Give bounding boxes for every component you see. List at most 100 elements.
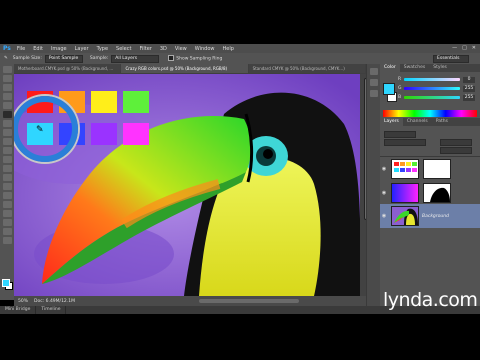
slider-r[interactable]: R 0 bbox=[398, 75, 480, 84]
zoom-level[interactable]: 50% bbox=[18, 299, 28, 304]
marquee-tool-icon[interactable] bbox=[2, 75, 12, 82]
tab-color[interactable]: Color bbox=[380, 64, 400, 72]
eraser-tool-icon[interactable] bbox=[2, 156, 12, 163]
eyedropper-tool-icon[interactable]: ✎ bbox=[4, 56, 8, 61]
collapsed-panel-strip bbox=[366, 64, 381, 306]
photoshop-window: Ps File Edit Image Layer Type Select Fil… bbox=[0, 0, 480, 360]
eyedropper-icon[interactable] bbox=[2, 111, 12, 118]
thumb-swatch-blue bbox=[400, 168, 405, 172]
dodge-tool-icon[interactable] bbox=[2, 183, 12, 190]
history-brush-icon[interactable] bbox=[2, 147, 12, 154]
adjustments-panel-icon[interactable] bbox=[370, 90, 378, 97]
menu-view[interactable]: View bbox=[175, 46, 187, 52]
visibility-eye-icon[interactable]: ◉ bbox=[380, 190, 388, 196]
visibility-eye-icon[interactable]: ◉ bbox=[380, 166, 388, 172]
window-controls: — □ ✕ bbox=[452, 45, 476, 51]
menu-select[interactable]: Select bbox=[116, 46, 131, 52]
layer-filter-select[interactable] bbox=[384, 131, 416, 138]
gradient-tool-icon[interactable] bbox=[2, 165, 12, 172]
tab-swatches[interactable]: Swatches bbox=[400, 64, 430, 72]
menu-layer[interactable]: Layer bbox=[75, 46, 89, 52]
show-sampling-ring-checkbox[interactable]: Show Sampling Ring bbox=[168, 55, 222, 62]
tab-paths[interactable]: Paths bbox=[432, 118, 452, 126]
visibility-eye-icon[interactable]: ◉ bbox=[380, 213, 388, 219]
path-select-icon[interactable] bbox=[2, 210, 12, 217]
layers-panel-tabs: Layers Channels Paths bbox=[380, 118, 480, 126]
slider-r-value[interactable]: 0 bbox=[463, 76, 475, 83]
tab-styles[interactable]: Styles bbox=[429, 64, 451, 72]
foreground-color-swatch[interactable] bbox=[2, 279, 10, 287]
document-tabs: Motherboard.CMYK.psd @ 50% (Background, … bbox=[14, 64, 366, 74]
picker-swatch-magenta bbox=[123, 123, 149, 145]
menu-bar: Ps File Edit Image Layer Type Select Fil… bbox=[0, 44, 480, 53]
lasso-tool-icon[interactable] bbox=[2, 84, 12, 91]
menu-filter[interactable]: Filter bbox=[139, 46, 151, 52]
thumb-swatch-green bbox=[412, 162, 417, 166]
toucan-thumbnail bbox=[392, 207, 418, 225]
workspace-select[interactable]: Essentials bbox=[433, 55, 469, 63]
color-spectrum-ramp[interactable] bbox=[383, 110, 477, 117]
close-button[interactable]: ✕ bbox=[472, 45, 476, 51]
sample-size-select[interactable]: Point Sample bbox=[44, 54, 83, 63]
menu-image[interactable]: Image bbox=[51, 46, 67, 52]
menu-3d[interactable]: 3D bbox=[160, 46, 167, 52]
pen-tool-icon[interactable] bbox=[2, 192, 12, 199]
quick-select-tool-icon[interactable] bbox=[2, 93, 12, 100]
tab-layers[interactable]: Layers bbox=[380, 118, 403, 126]
layer-name[interactable]: Background bbox=[422, 214, 449, 219]
tools-panel bbox=[0, 64, 15, 300]
layer-thumbnail bbox=[391, 159, 419, 179]
blend-mode-select[interactable] bbox=[384, 139, 426, 146]
sample-select[interactable]: All Layers bbox=[111, 54, 160, 63]
blur-tool-icon[interactable] bbox=[2, 174, 12, 181]
menu-window[interactable]: Window bbox=[195, 46, 215, 52]
thumb-swatch-yellow bbox=[406, 162, 411, 166]
history-panel-icon[interactable] bbox=[370, 68, 378, 75]
layer-row[interactable]: ◉ bbox=[380, 182, 480, 204]
thumb-swatch-magenta bbox=[412, 168, 417, 172]
menu-file[interactable]: File bbox=[17, 46, 25, 52]
lynda-watermark: lynda.com bbox=[383, 289, 478, 311]
slider-g-track[interactable] bbox=[404, 87, 460, 90]
slider-g-value[interactable]: 255 bbox=[463, 85, 475, 92]
menu-edit[interactable]: Edit bbox=[33, 46, 43, 52]
horizontal-scrollbar[interactable] bbox=[199, 299, 299, 303]
slider-r-track[interactable] bbox=[404, 78, 460, 81]
tab-motherboard[interactable]: Motherboard.CMYK.psd @ 50% (Background, … bbox=[14, 64, 121, 73]
tab-mini-bridge[interactable]: Mini Bridge bbox=[0, 306, 37, 314]
minimize-button[interactable]: — bbox=[452, 45, 457, 51]
color-foreground-swatch[interactable] bbox=[383, 83, 395, 95]
tab-channels[interactable]: Channels bbox=[403, 118, 432, 126]
hand-tool-icon[interactable] bbox=[2, 228, 12, 235]
zoom-tool-icon[interactable] bbox=[2, 237, 12, 244]
color-panel: R 0 G 255 B 255 bbox=[380, 72, 480, 118]
sample-label: Sample: bbox=[89, 56, 109, 61]
slider-b[interactable]: B 255 bbox=[398, 93, 480, 102]
crop-tool-icon[interactable] bbox=[2, 102, 12, 109]
fill-field[interactable] bbox=[440, 147, 472, 154]
document-canvas[interactable]: ✎ bbox=[14, 74, 360, 296]
move-tool-icon[interactable] bbox=[2, 66, 12, 73]
slider-b-value[interactable]: 255 bbox=[463, 94, 475, 101]
layer-mask-thumbnail bbox=[423, 159, 451, 179]
show-sampling-ring-label: Show Sampling Ring bbox=[176, 56, 223, 62]
menu-help[interactable]: Help bbox=[223, 46, 234, 52]
type-tool-icon[interactable] bbox=[2, 201, 12, 208]
tab-crazy-rgb[interactable]: Crazy RGB colors.psd @ 50% (Background, … bbox=[121, 64, 248, 73]
maximize-button[interactable]: □ bbox=[462, 45, 467, 51]
layer-row-background[interactable]: ◉ Background bbox=[380, 204, 480, 228]
slider-g[interactable]: G 255 bbox=[398, 84, 480, 93]
slider-b-track[interactable] bbox=[404, 96, 460, 99]
tab-timeline[interactable]: Timeline bbox=[36, 306, 67, 314]
healing-brush-icon[interactable] bbox=[2, 120, 12, 127]
clone-stamp-icon[interactable] bbox=[2, 138, 12, 145]
menu-type[interactable]: Type bbox=[97, 46, 108, 52]
thumb-swatch-red bbox=[394, 162, 399, 166]
opacity-field[interactable] bbox=[440, 139, 472, 146]
properties-panel-icon[interactable] bbox=[370, 79, 378, 86]
layer-row[interactable]: ◉ bbox=[380, 158, 480, 180]
tab-standard-cmyk[interactable]: Standard CMYK @ 50% (Background, CMYK...… bbox=[248, 64, 365, 73]
brush-tool-icon[interactable] bbox=[2, 129, 12, 136]
shape-tool-icon[interactable] bbox=[2, 219, 12, 226]
eyedropper-cursor-icon: ✎ bbox=[36, 125, 44, 135]
